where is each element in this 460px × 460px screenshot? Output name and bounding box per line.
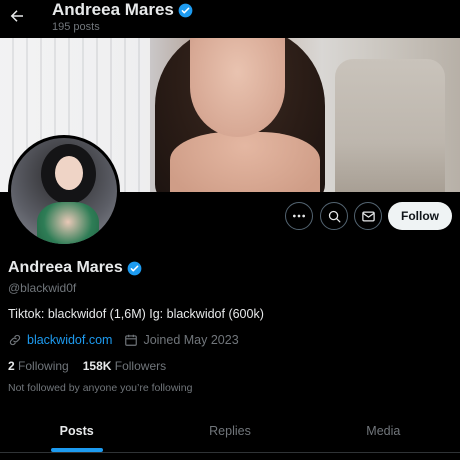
profile-name-row: Andreea Mares <box>8 259 142 277</box>
top-bar: Andreea Mares 195 posts <box>0 0 460 38</box>
profile-meta: blackwidof.com Joined May 2023 <box>8 333 239 347</box>
follow-button[interactable]: Follow <box>388 202 452 230</box>
following-stat[interactable]: 2 Following <box>8 359 69 373</box>
following-count: 2 <box>8 359 15 373</box>
followers-count: 158K <box>82 359 112 373</box>
not-followed-note: Not followed by anyone you’re following <box>8 382 193 394</box>
link-icon <box>9 334 21 346</box>
profile-bio: Tiktok: blackwidof (1,6M) Ig: blackwidof… <box>8 307 264 321</box>
header-title: Andreea Mares <box>52 0 193 20</box>
tab-media[interactable]: Media <box>307 410 460 452</box>
tab-replies-label: Replies <box>209 424 251 438</box>
header-name: Andreea Mares <box>52 0 174 19</box>
more-button[interactable] <box>285 202 313 230</box>
message-icon <box>361 211 375 221</box>
banner-chair <box>335 59 445 192</box>
followers-stat[interactable]: 158K Followers <box>83 359 166 373</box>
follow-stats: 2 Following 158K Followers <box>8 359 166 373</box>
following-label: Following <box>18 359 69 373</box>
calendar-icon <box>125 334 138 346</box>
tab-posts-label: Posts <box>59 424 94 438</box>
website-link[interactable]: blackwidof.com <box>27 333 112 347</box>
more-icon <box>293 214 305 218</box>
verified-badge-icon <box>127 261 142 275</box>
profile-tabs: Posts Replies Media <box>0 410 460 452</box>
banner-face <box>190 37 285 137</box>
posts-count: 195 posts <box>52 21 100 33</box>
verified-badge-icon <box>178 3 193 17</box>
back-arrow-icon[interactable] <box>6 5 28 27</box>
followers-label: Followers <box>114 359 167 373</box>
search-button[interactable] <box>320 202 348 230</box>
message-button[interactable] <box>354 202 382 230</box>
profile-handle: @blackwid0f <box>8 281 77 295</box>
tab-replies[interactable]: Replies <box>153 410 306 452</box>
tab-posts[interactable]: Posts <box>0 410 153 452</box>
avatar[interactable] <box>8 135 120 247</box>
avatar-body <box>37 202 99 244</box>
joined-date: Joined May 2023 <box>143 333 239 347</box>
tab-media-label: Media <box>366 424 401 438</box>
tabs-divider <box>0 452 460 453</box>
avatar-face <box>55 156 83 190</box>
search-icon <box>328 210 340 222</box>
banner-body <box>170 132 320 192</box>
profile-name: Andreea Mares <box>8 259 123 276</box>
